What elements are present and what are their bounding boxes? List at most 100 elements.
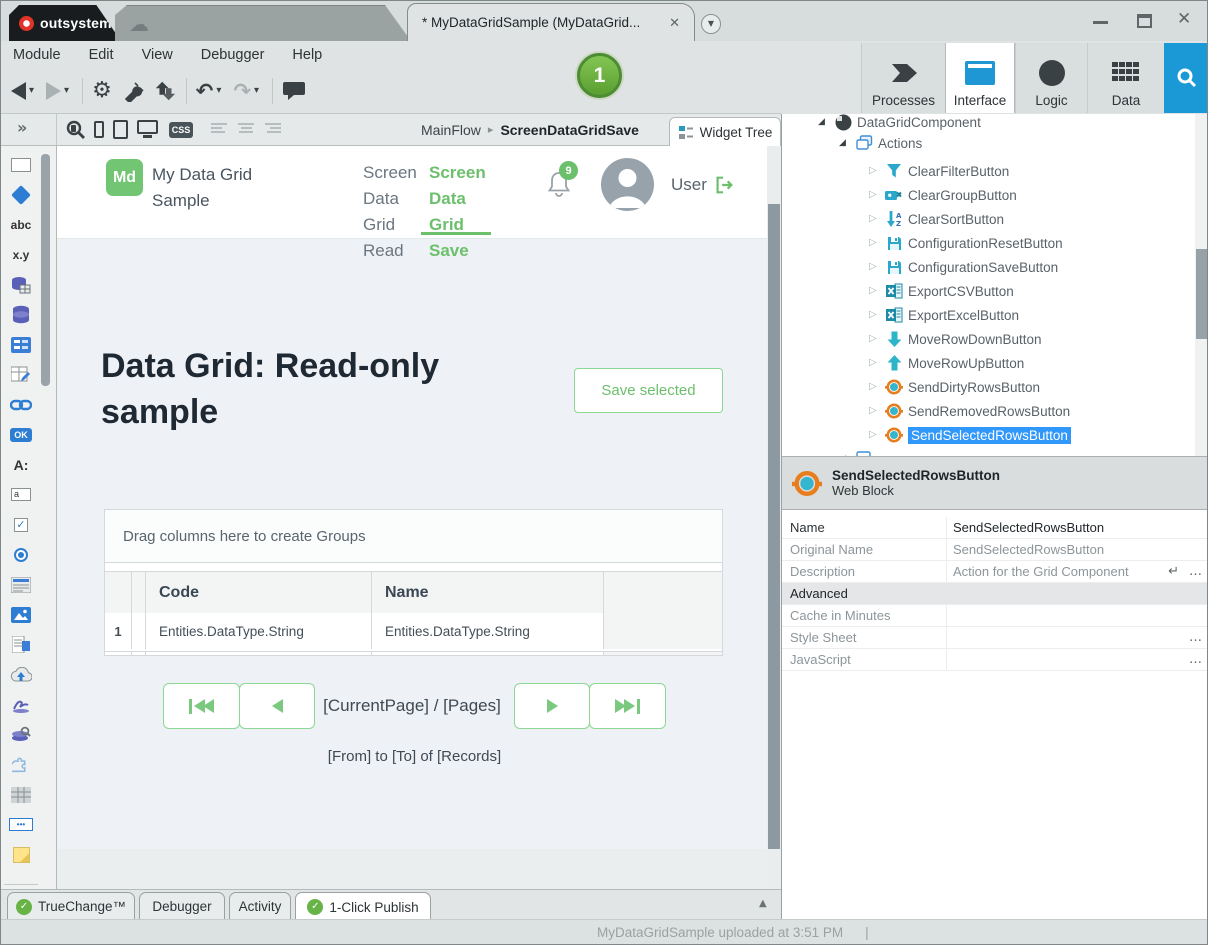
undo-icon[interactable]: ↶ — [196, 81, 214, 102]
module-tab-active[interactable]: * MyDataGridSample (MyDataGrid... ✕ — [407, 3, 695, 41]
tree-item-configurationresetbutton[interactable]: ▷ ConfigurationResetButton — [869, 231, 1063, 255]
tab-list-dropdown[interactable]: ▼ — [701, 14, 721, 34]
tree-item-moverowdownbutton[interactable]: ▷ MoveRowDownButton — [869, 327, 1042, 351]
outsystems-logo-tab[interactable]: outsystems — [9, 5, 121, 41]
tree-item-configurationsavebutton[interactable]: ▷ ConfigurationSaveButton — [869, 255, 1058, 279]
module-tab-close-icon[interactable]: ✕ — [665, 13, 684, 33]
menu-debugger[interactable]: Debugger — [201, 47, 265, 63]
menu-module[interactable]: Module — [13, 47, 61, 63]
tab-activity[interactable]: Activity — [229, 892, 291, 920]
minimize-button[interactable] — [1093, 21, 1108, 24]
caret-collapsed-icon[interactable]: ▷ — [869, 406, 884, 416]
tree-item-moverowupbutton[interactable]: ▷ MoveRowUpButton — [869, 351, 1024, 375]
record-form-widget-icon[interactable] — [11, 574, 31, 595]
caret-collapsed-icon[interactable]: ▷ — [869, 214, 884, 224]
tree-item-clearfilterbutton[interactable]: ▷ ClearFilterButton — [869, 159, 1009, 183]
caret-expanded-icon[interactable]: ◢ — [818, 118, 833, 127]
tree-item-sendselectedrowsbutton-selected[interactable]: ▷ SendSelectedRowsButton — [869, 423, 1071, 447]
user-label[interactable]: User — [671, 175, 707, 195]
maximize-button[interactable] — [1137, 14, 1152, 28]
caret-collapsed-icon[interactable]: ▷ — [869, 430, 884, 440]
search-button[interactable] — [1164, 43, 1208, 113]
expression-widget-icon[interactable]: x.y — [13, 244, 30, 265]
toolbox-scrollbar[interactable] — [41, 154, 50, 386]
ellipsis-edit-icon[interactable]: … — [1189, 631, 1202, 644]
forward-button[interactable] — [46, 82, 61, 100]
grid-col-name[interactable]: Name — [372, 572, 604, 613]
tree-item-senddirtyrowsbutton[interactable]: ▷ SendDirtyRowsButton — [869, 375, 1040, 399]
phone-preview-icon[interactable] — [94, 121, 104, 138]
menu-item-screen-save-active[interactable]: Screen Data Grid Save — [429, 146, 499, 264]
menu-edit[interactable]: Edit — [89, 47, 114, 63]
document-widget-icon[interactable] — [12, 634, 30, 655]
caret-collapsed-icon[interactable]: ▷ — [869, 262, 884, 272]
align-right-icon[interactable] — [265, 123, 281, 133]
form-widget-icon[interactable] — [11, 334, 31, 355]
avatar[interactable] — [601, 158, 654, 211]
property-row-javascript[interactable]: JavaScript … — [782, 649, 1208, 671]
caret-collapsed-icon[interactable]: ▷ — [869, 286, 884, 296]
caret-expanded-icon[interactable]: ◢ — [839, 139, 854, 148]
logout-icon[interactable] — [713, 174, 735, 196]
image-widget-icon[interactable] — [11, 604, 31, 625]
grid-cell-code[interactable]: Entities.DataType.String — [146, 613, 372, 649]
property-row-stylesheet[interactable]: Style Sheet … — [782, 627, 1208, 649]
breadcrumb-flow[interactable]: MainFlow — [421, 122, 481, 138]
link-widget-icon[interactable] — [10, 394, 32, 415]
tree-item-sendremovedrowsbutton[interactable]: ▷ SendRemovedRowsButton — [869, 399, 1070, 423]
tree-item-cleargroupbutton[interactable]: ▷ ClearGroupButton — [869, 183, 1017, 207]
tab-1-click-publish[interactable]: ✓ 1-Click Publish — [295, 892, 431, 921]
close-button[interactable]: ✕ — [1177, 9, 1191, 29]
app-logo[interactable]: Md — [106, 159, 143, 196]
note-widget-icon[interactable] — [13, 844, 30, 865]
tab-data[interactable]: Data — [1087, 43, 1164, 113]
grid-cell-name[interactable]: Entities.DataType.String — [372, 613, 604, 649]
data-grid-widget[interactable]: Drag columns here to create Groups Code … — [104, 509, 723, 656]
table-records-widget-icon[interactable] — [11, 274, 31, 295]
caret-collapsed-icon[interactable]: ▷ — [869, 190, 884, 200]
caret-collapsed-icon[interactable]: ▷ — [869, 358, 884, 368]
canvas-scrollbar[interactable] — [767, 146, 781, 889]
save-selected-button[interactable]: Save selected — [574, 368, 723, 413]
expand-panel-chevrons-icon[interactable]: » — [17, 120, 27, 136]
tree-item-actions[interactable]: ◢ Actions — [839, 131, 922, 155]
caret-collapsed-icon[interactable]: ▷ — [869, 310, 884, 320]
environment-tab[interactable]: ☁ — [115, 5, 411, 41]
text-widget-icon[interactable]: abc — [11, 214, 32, 235]
table-widget-icon[interactable] — [11, 784, 31, 805]
feedback-bubble-icon[interactable] — [282, 81, 306, 102]
input-widget-icon[interactable]: a — [11, 484, 31, 505]
tree-scrollbar[interactable] — [1195, 114, 1208, 456]
redo-dropdown-icon[interactable]: ▾ — [254, 86, 259, 96]
forward-dropdown-icon[interactable]: ▾ — [64, 86, 69, 96]
tab-logic[interactable]: Logic — [1015, 43, 1087, 113]
tab-debugger[interactable]: Debugger — [139, 892, 225, 920]
back-button[interactable] — [11, 82, 26, 100]
zoom-preview-icon[interactable] — [65, 119, 87, 141]
ellipsis-edit-icon[interactable]: … — [1189, 565, 1202, 578]
grid-col-code[interactable]: Code — [146, 572, 372, 613]
property-section-advanced[interactable]: Advanced — [782, 583, 1208, 605]
property-row-name[interactable]: Name SendSelectedRowsButton — [782, 517, 1208, 539]
pagination-first-button[interactable] — [163, 683, 240, 729]
tree-scrollbar-thumb[interactable] — [1196, 249, 1208, 339]
undo-dropdown-icon[interactable]: ▾ — [216, 86, 221, 96]
signature-widget-icon[interactable] — [11, 694, 31, 715]
plugin-puzzle-icon[interactable] — [12, 754, 30, 775]
checkbox-widget-icon[interactable]: ✓ — [14, 514, 28, 535]
button-widget-icon[interactable]: OK — [10, 424, 32, 445]
tree-item-clearsortbutton[interactable]: ▷ AZ ClearSortButton — [869, 207, 1004, 231]
collapse-panel-arrow-icon[interactable]: ▲ — [759, 899, 767, 909]
edit-record-widget-icon[interactable] — [11, 364, 31, 385]
screen-canvas[interactable]: Md My Data Grid Sample Screen Data Grid … — [57, 146, 781, 889]
caret-collapsed-icon[interactable]: ▷ — [869, 166, 884, 176]
settings-gear-icon[interactable]: ⚙ — [92, 80, 112, 102]
pagination-next-button[interactable] — [514, 683, 590, 729]
grid-data-row[interactable]: 1 Entities.DataType.String Entities.Data… — [105, 613, 722, 649]
widget-tree-button[interactable]: Widget Tree — [669, 117, 781, 147]
tab-processes[interactable]: Processes — [861, 43, 945, 113]
upload-widget-icon[interactable] — [10, 664, 32, 685]
pagination-prev-button[interactable] — [239, 683, 315, 729]
pagination-last-button[interactable] — [589, 683, 666, 729]
breadcrumb-screen[interactable]: ScreenDataGridSave — [500, 122, 639, 138]
